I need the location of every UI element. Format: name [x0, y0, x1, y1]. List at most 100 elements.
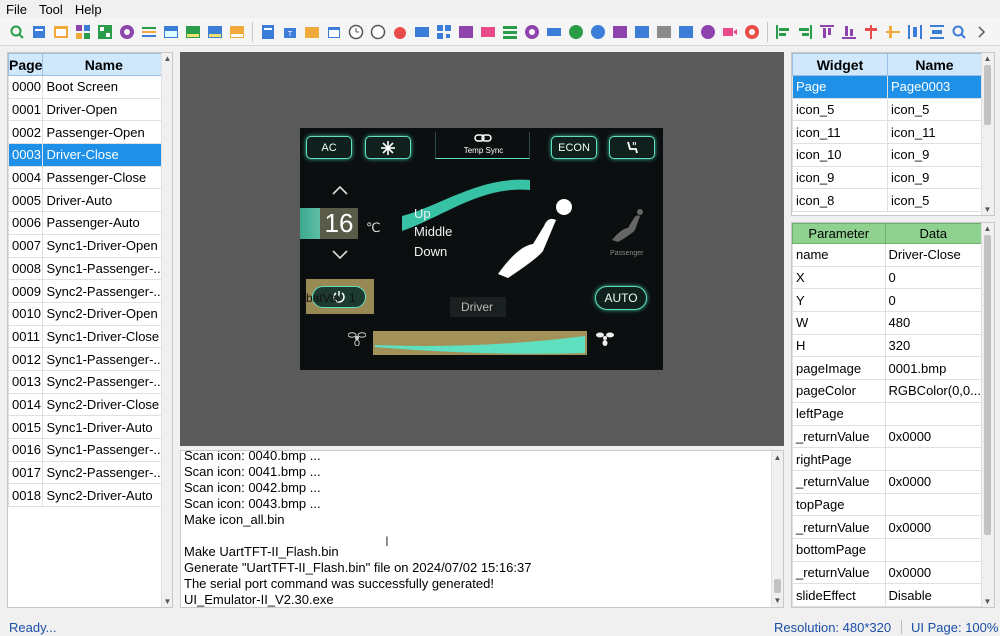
widget-row-cell[interactable]: icon_11 — [792, 120, 888, 145]
column-header-parameter[interactable]: Parameter — [792, 223, 886, 244]
page-row-cell[interactable]: Sync2-Passenger-... — [42, 460, 166, 485]
counter-icon[interactable] — [369, 23, 387, 41]
design-canvas[interactable]: AC Temp Sync ECON 16 ℃ Up Middle Down Pa… — [180, 52, 784, 446]
device-preview[interactable]: AC Temp Sync ECON 16 ℃ Up Middle Down Pa… — [300, 128, 663, 370]
parameter-row-cell[interactable]: 0x0000 — [884, 424, 983, 449]
align-vcenter-icon[interactable] — [884, 23, 902, 41]
widget-row-cell[interactable]: icon_8 — [792, 188, 888, 213]
align-bottom-icon[interactable] — [840, 23, 858, 41]
passenger-seat-icon[interactable] — [610, 208, 644, 244]
scroll-down-arrow-icon[interactable]: ▼ — [163, 597, 172, 606]
page-row-cell[interactable]: Sync2-Driver-Auto — [42, 483, 166, 508]
parameter-row-cell[interactable]: RGBColor(0,0... — [884, 379, 983, 403]
parameter-row-cell[interactable]: 480 — [884, 311, 983, 335]
widget-row-cell[interactable]: icon_5 — [887, 188, 982, 213]
page-row-cell[interactable]: Sync1-Driver-Open — [42, 233, 166, 258]
page-row-cell[interactable]: Sync2-Passenger-... — [42, 279, 166, 303]
page-row[interactable]: 0009 Sync2-Passenger-... — [8, 279, 166, 303]
page-row[interactable]: 0010 Sync2-Driver-Open — [8, 301, 166, 326]
page-row[interactable]: 0000 Boot Screen — [8, 75, 166, 99]
log-scroll-thumb[interactable] — [774, 579, 781, 593]
page-row[interactable]: 0002 Passenger-Open — [8, 120, 166, 145]
parameter-row[interactable]: topPage — [792, 492, 983, 517]
auto-button[interactable]: AUTO — [595, 286, 647, 310]
page-row-cell[interactable]: Sync1-Passenger-... — [42, 347, 166, 371]
lang-cn-icon[interactable] — [206, 23, 224, 41]
page-row[interactable]: 0003 Driver-Close — [8, 143, 166, 167]
page-row-cell[interactable]: 0002 — [8, 120, 44, 145]
page-row-cell[interactable]: Boot Screen — [42, 75, 166, 99]
wav-icon[interactable] — [479, 23, 497, 41]
page-row[interactable]: 0007 Sync1-Driver-Open — [8, 233, 166, 258]
project-icon[interactable] — [30, 23, 48, 41]
parameter-row-cell[interactable]: pageColor — [792, 379, 886, 403]
parameter-row[interactable]: X0 — [792, 265, 983, 290]
parameter-row-cell[interactable] — [884, 401, 983, 426]
parameter-row-cell[interactable]: pageImage — [792, 356, 886, 381]
seat-heat-button[interactable] — [609, 136, 655, 159]
parameter-row[interactable]: bottomPage — [792, 537, 983, 562]
qrcode-icon[interactable] — [435, 23, 453, 41]
page-row-cell[interactable]: Driver-Auto — [42, 188, 166, 213]
parameter-row-cell[interactable]: 0x0000 — [884, 469, 983, 494]
menu-file[interactable]: File — [0, 2, 33, 17]
parameter-row-cell[interactable]: _returnValue — [792, 560, 886, 585]
menu-help[interactable]: Help — [69, 2, 108, 17]
parameter-row-cell[interactable]: Disable — [884, 583, 983, 607]
parameter-row-cell[interactable]: W — [792, 311, 886, 335]
parameter-row-cell[interactable]: Y — [792, 288, 886, 313]
parameter-row[interactable]: slideEffect Disable — [792, 583, 983, 607]
output-log[interactable]: Scan icon: 0040.bmp ... Scan icon: 0041.b… — [180, 450, 784, 608]
page-row-cell[interactable]: 0008 — [8, 256, 44, 281]
grid-icon[interactable] — [74, 23, 92, 41]
parameter-row[interactable]: _returnValue 0x0000 — [792, 424, 983, 449]
layout-icon[interactable] — [96, 23, 114, 41]
parameter-row-cell[interactable] — [884, 537, 983, 562]
parameter-row-cell[interactable]: H — [792, 333, 886, 358]
page-row-cell[interactable]: 0013 — [8, 369, 44, 394]
widget-row-cell[interactable]: Page — [792, 75, 888, 99]
widget-row[interactable]: icon_9 icon_9 — [792, 165, 982, 190]
page-row-cell[interactable]: Driver-Open — [42, 97, 166, 122]
widget-row-cell[interactable]: icon_9 — [792, 165, 888, 190]
log-scrollbar[interactable]: ▲ ▼ — [771, 451, 783, 607]
scroll-down-arrow-icon[interactable]: ▼ — [983, 205, 992, 214]
parameter-row-cell[interactable]: _returnValue — [792, 469, 886, 494]
parameter-row-cell[interactable]: slideEffect — [792, 583, 886, 607]
parameter-scroll-thumb[interactable] — [984, 235, 991, 535]
scroll-down-arrow-icon[interactable]: ▼ — [983, 597, 992, 606]
record-icon[interactable] — [743, 23, 761, 41]
widget-row-cell[interactable]: icon_9 — [887, 143, 982, 167]
lang-en-icon[interactable] — [184, 23, 202, 41]
page-row-cell[interactable]: 0018 — [8, 483, 44, 508]
page-row-cell[interactable]: 0012 — [8, 347, 44, 371]
align-top-icon[interactable] — [818, 23, 836, 41]
same-size-icon[interactable] — [928, 23, 946, 41]
parameter-row-cell[interactable]: bottomPage — [792, 537, 886, 562]
parameter-row-cell[interactable] — [884, 447, 983, 471]
page-row-cell[interactable]: 0007 — [8, 233, 44, 258]
econ-button[interactable]: ECON — [551, 136, 597, 159]
parameter-row[interactable]: pageImage 0001.bmp — [792, 356, 983, 381]
fan-high-icon[interactable] — [596, 330, 614, 346]
search-icon[interactable] — [8, 23, 26, 41]
menu-tool[interactable]: Tool — [33, 2, 69, 17]
page-row-cell[interactable]: Sync2-Driver-Open — [42, 301, 166, 326]
parameter-row-cell[interactable]: 320 — [884, 333, 983, 358]
fan-low-icon[interactable] — [348, 330, 366, 346]
distribute-icon[interactable] — [906, 23, 924, 41]
bit-icon[interactable] — [589, 23, 607, 41]
gif-icon[interactable] — [413, 23, 431, 41]
chevron-right-icon[interactable] — [972, 23, 990, 41]
scroll-down-arrow-icon[interactable]: ▼ — [773, 596, 782, 605]
page-row-cell[interactable]: 0006 — [8, 211, 44, 235]
page-row[interactable]: 0008 Sync1-Passenger-... — [8, 256, 166, 281]
page-row[interactable]: 0012 Sync1-Passenger-... — [8, 347, 166, 371]
parameter-row-cell[interactable]: topPage — [792, 492, 886, 517]
page-row-cell[interactable]: 0010 — [8, 301, 44, 326]
parameter-row-cell[interactable]: _returnValue — [792, 424, 886, 449]
clock-icon[interactable] — [347, 23, 365, 41]
column-header-widget[interactable]: Widget — [792, 53, 888, 76]
parameter-row[interactable]: _returnValue 0x0000 — [792, 560, 983, 585]
column-header-data[interactable]: Data — [884, 223, 983, 244]
